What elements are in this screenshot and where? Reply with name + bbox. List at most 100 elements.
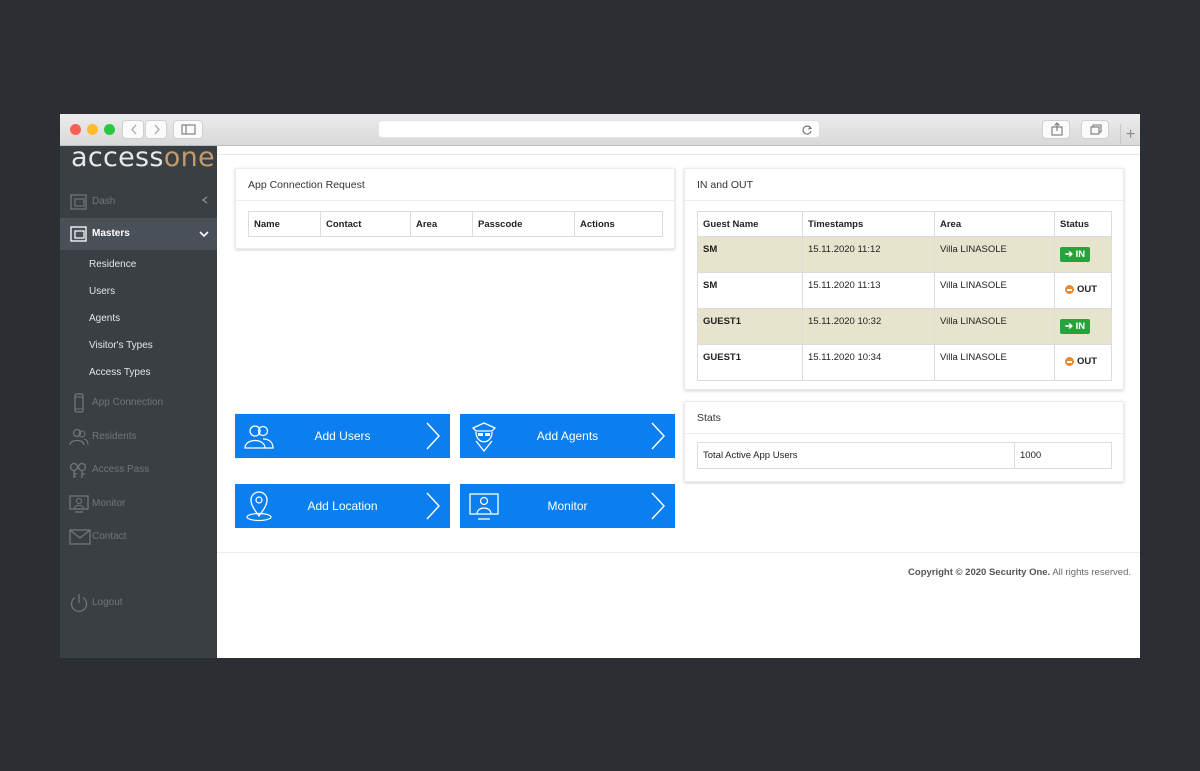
reload-icon[interactable] — [801, 124, 813, 136]
add-agents-button[interactable]: Add Agents — [460, 414, 675, 458]
area-cell: Villa LINASOLE — [934, 236, 1055, 273]
address-bar[interactable] — [378, 120, 820, 138]
sidebar-item-label: Contact — [92, 531, 127, 542]
in-out-table: Guest Name Timestamps Area Status SM 15.… — [697, 211, 1112, 381]
guest-name-cell: SM — [697, 236, 803, 273]
sidebar-item-residents[interactable]: Residents — [60, 421, 217, 453]
guest-name-cell: GUEST1 — [697, 308, 803, 345]
button-label: Monitor — [547, 499, 588, 513]
card-title: App Connection Request — [248, 179, 365, 191]
sidebar: accessone Dash Masters Residence Users A… — [60, 142, 217, 658]
area-cell: Villa LINASOLE — [934, 308, 1055, 345]
card-title: Stats — [697, 412, 721, 424]
status-out-badge: OUT — [1065, 284, 1097, 295]
button-label: Add Location — [307, 499, 378, 513]
back-button[interactable] — [122, 120, 144, 139]
connection-table: Name Contact Area Passcode Actions — [248, 211, 663, 237]
copyright-text: Copyright © 2020 Security One. All right… — [908, 567, 1131, 578]
stats-table: Total Active App Users 1000 — [697, 442, 1112, 469]
sidebar-item-label: Dash — [92, 196, 116, 207]
sidebar-item-label: Logout — [92, 597, 123, 608]
envelope-icon — [69, 529, 91, 545]
status-cell: ➔ IN — [1054, 308, 1112, 345]
key-icon — [69, 462, 87, 478]
sidebar-icon — [181, 124, 196, 135]
chevron-right-icon — [154, 124, 160, 135]
sidebar-toggle-button[interactable] — [173, 120, 203, 139]
column-header-contact: Contact — [320, 211, 411, 237]
share-icon — [1051, 122, 1063, 136]
sidebar-item-label: Masters — [92, 228, 130, 239]
chevron-left-icon — [131, 124, 137, 135]
add-users-button[interactable]: Add Users — [235, 414, 450, 458]
tabs-overview-button[interactable] — [1081, 120, 1109, 139]
button-label: Add Agents — [536, 429, 599, 443]
area-cell: Villa LINASOLE — [934, 272, 1055, 309]
column-header-area: Area — [934, 211, 1055, 237]
divider — [685, 200, 1123, 201]
chevron-right-icon — [651, 492, 665, 520]
residents-icon — [69, 428, 89, 446]
divider — [217, 552, 1140, 553]
area-cell: Villa LINASOLE — [934, 344, 1055, 381]
browser-titlebar: + — [60, 114, 1140, 146]
column-header-timestamps: Timestamps — [802, 211, 935, 237]
submenu-item-agents[interactable]: Agents — [89, 313, 120, 324]
masters-icon — [70, 226, 87, 242]
column-header-status: Status — [1054, 211, 1112, 237]
share-button[interactable] — [1042, 120, 1070, 139]
main-content: App Connection Request Name Contact Area… — [217, 146, 1140, 658]
status-in-badge: ➔ IN — [1060, 247, 1091, 262]
submenu-item-residence[interactable]: Residence — [89, 259, 136, 270]
sidebar-item-contact[interactable]: Contact — [60, 521, 217, 553]
monitor-button[interactable]: Monitor — [460, 484, 675, 528]
forward-button[interactable] — [145, 120, 167, 139]
chevron-right-icon — [651, 422, 665, 450]
submenu-item-visitors-types[interactable]: Visitor's Types — [89, 340, 153, 351]
logo: accessone — [71, 142, 215, 173]
sidebar-item-label: Access Pass — [92, 464, 150, 475]
browser-window: + accessone Dash Masters Residence Users… — [60, 114, 1140, 658]
table-row: SM 15.11.2020 11:12 Villa LINASOLE ➔ IN — [697, 236, 1112, 273]
chevron-right-icon — [426, 492, 440, 520]
column-header-passcode: Passcode — [472, 211, 575, 237]
timestamp-cell: 15.11.2020 11:12 — [802, 236, 935, 273]
in-out-card: IN and OUT Guest Name Timestamps Area St… — [684, 168, 1124, 390]
out-icon — [1065, 357, 1074, 366]
table-row: SM 15.11.2020 11:13 Villa LINASOLE OUT — [697, 272, 1112, 309]
sidebar-item-app-connection[interactable]: App Connection — [60, 387, 217, 419]
close-window-button[interactable] — [70, 124, 81, 135]
divider — [217, 154, 1140, 155]
sidebar-item-label: Residents — [92, 431, 137, 442]
chevron-left-icon — [201, 196, 208, 204]
table-row: GUEST1 15.11.2020 10:34 Villa LINASOLE O… — [697, 344, 1112, 381]
sidebar-item-monitor[interactable]: Monitor — [60, 488, 217, 520]
status-in-badge: ➔ IN — [1060, 319, 1091, 334]
submenu-item-users[interactable]: Users — [89, 286, 115, 297]
out-icon — [1065, 285, 1074, 294]
card-title: IN and OUT — [697, 179, 754, 191]
sidebar-item-masters[interactable]: Masters — [60, 218, 217, 250]
timestamp-cell: 15.11.2020 10:34 — [802, 344, 935, 381]
sidebar-item-dash[interactable]: Dash — [60, 186, 217, 218]
status-out-badge: OUT — [1065, 356, 1097, 367]
sidebar-item-logout[interactable]: Logout — [60, 587, 217, 619]
mobile-phone-icon — [74, 393, 84, 413]
power-icon — [70, 594, 88, 612]
timestamp-cell: 15.11.2020 11:13 — [802, 272, 935, 309]
guest-name-cell: SM — [697, 272, 803, 309]
submenu-item-access-types[interactable]: Access Types — [89, 367, 151, 378]
timestamp-cell: 15.11.2020 10:32 — [802, 308, 935, 345]
minimize-window-button[interactable] — [87, 124, 98, 135]
new-tab-button[interactable]: + — [1120, 124, 1140, 146]
monitor-icon — [69, 495, 89, 513]
status-cell: OUT — [1054, 344, 1112, 381]
maximize-window-button[interactable] — [104, 124, 115, 135]
sidebar-item-access-pass[interactable]: Access Pass — [60, 454, 217, 486]
column-header-actions: Actions — [574, 211, 663, 237]
button-label: Add Users — [314, 429, 371, 443]
stat-value: 1000 — [1014, 442, 1112, 469]
add-location-button[interactable]: Add Location — [235, 484, 450, 528]
stats-card: Stats Total Active App Users 1000 — [684, 401, 1124, 482]
dashboard-icon — [70, 194, 87, 210]
